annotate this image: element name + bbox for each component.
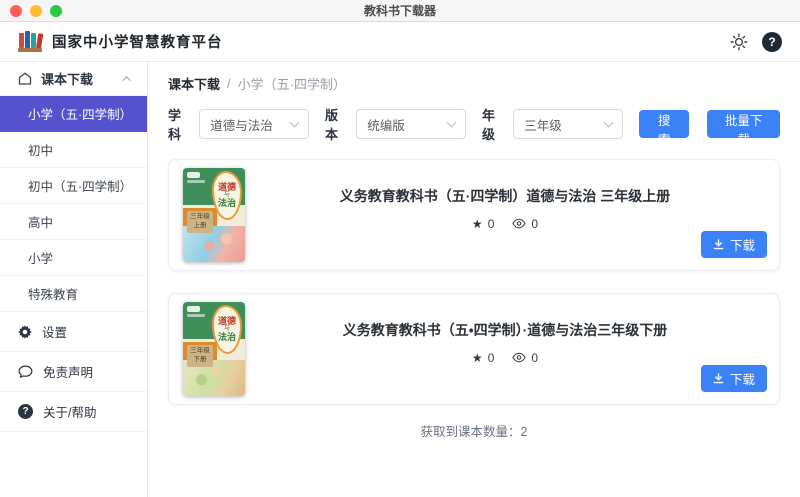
sidebar-item-settings[interactable]: 设置 (0, 312, 147, 352)
star-icon: ★ (471, 216, 483, 231)
filter-bar: 学科 道德与法治 版本 统编版 年级 三年级 搜索 批量下载 (168, 105, 781, 147)
gear-icon (18, 324, 32, 339)
subject-filter-label: 学科 (168, 108, 182, 142)
grade-filter-label: 年级 (481, 108, 495, 142)
sidebar-item-disclaimer[interactable]: 免责声明 (0, 352, 147, 392)
book-stats: ★ 0 0 (472, 217, 538, 231)
eye-icon (512, 352, 527, 363)
sidebar-item-label: 小学 (28, 252, 54, 266)
speech-bubble-icon (18, 365, 33, 379)
book-card: 道德 与 法治 三年级 上册 义务教育教科书（五·四学制）道德与法治 三年级上册 (168, 159, 780, 271)
sidebar-item-label: 初中（五·四学制） (28, 180, 133, 194)
book-list: 道德 与 法治 三年级 上册 义务教育教科书（五·四学制）道德与法治 三年级上册 (168, 159, 780, 405)
book-info: 义务教育教科书（五·四学制）道德与法治 三年级上册 ★ 0 0 (245, 186, 765, 231)
window-title: 教科书下载器 (363, 4, 436, 18)
sidebar-item-junior[interactable]: 初中 (0, 132, 147, 168)
view-count: 0 (512, 217, 538, 231)
batch-download-button[interactable]: 批量下载 (707, 110, 781, 147)
sidebar-item-special-education[interactable]: 特殊教育 (0, 276, 147, 312)
chevron-down-icon (289, 117, 300, 128)
sidebar-item-label: 免责声明 (43, 366, 94, 380)
home-icon (18, 72, 32, 85)
star-count: ★ 0 (472, 351, 494, 365)
search-button[interactable]: 搜索 (638, 110, 690, 147)
close-window-button[interactable] (10, 4, 22, 17)
help-button[interactable]: ? (762, 31, 782, 52)
cover-subject-text: 道德 (217, 315, 236, 326)
zoom-window-button[interactable] (50, 4, 62, 17)
star-count-value: 0 (487, 350, 495, 365)
main-content: 课本下载 / 小学（五·四学制） 学科 道德与法治 版本 统编版 年级 三年级 … (148, 62, 800, 497)
help-circle-icon: ? (18, 404, 33, 419)
sidebar-item-primary-54[interactable]: 小学（五·四学制） (0, 96, 147, 132)
sidebar-group-textbook-download[interactable]: 课本下载 (0, 62, 147, 96)
cover-volume-text: 下册 (193, 355, 207, 363)
traffic-lights (0, 4, 62, 17)
grade-select[interactable]: 三年级 (513, 109, 623, 139)
cover-subject-text: 法治 (217, 331, 236, 342)
sidebar-group-label: 课本下载 (41, 72, 94, 87)
star-icon: ★ (471, 350, 483, 365)
download-button[interactable]: 下载 (700, 231, 767, 258)
eye-icon (512, 218, 527, 229)
download-icon (713, 373, 724, 384)
breadcrumb-current: 小学（五·四学制） (237, 77, 346, 92)
cover-volume-text: 上册 (193, 221, 207, 229)
sidebar-item-label: 初中 (28, 144, 54, 158)
download-button-label: 下载 (729, 373, 755, 387)
download-button-label: 下载 (729, 239, 755, 253)
grade-select-value: 三年级 (524, 118, 562, 133)
breadcrumb: 课本下载 / 小学（五·四学制） (168, 74, 780, 93)
app-title: 国家中小学智慧教育平台 (52, 35, 223, 51)
sidebar-item-label: 高中 (28, 216, 54, 230)
header-actions: ? (730, 31, 782, 52)
cover-subject-text: 道德 (217, 181, 236, 192)
breadcrumb-root[interactable]: 课本下载 (168, 74, 220, 93)
subject-select-value: 道德与法治 (210, 118, 273, 133)
download-icon (713, 239, 724, 250)
download-button[interactable]: 下载 (700, 365, 767, 392)
subject-select[interactable]: 道德与法治 (199, 109, 309, 139)
app-header: 国家中小学智慧教育平台 ? (0, 22, 800, 62)
view-count: 0 (512, 351, 538, 365)
edition-select[interactable]: 统编版 (356, 109, 466, 139)
cover-grade-text: 三年级 (190, 213, 210, 220)
view-count-value: 0 (531, 216, 539, 231)
cover-grade-text: 三年级 (190, 347, 210, 354)
sidebar-item-label: 小学（五·四学制） (28, 108, 133, 122)
sidebar: 课本下载 小学（五·四学制） 初中 初中（五·四学制） 高中 小学 特殊教育 设… (0, 62, 148, 497)
book-stats: ★ 0 0 (472, 351, 538, 365)
book-cover: 道德 与 法治 三年级 下册 (183, 302, 245, 396)
chevron-down-icon (446, 117, 457, 128)
edition-select-value: 统编版 (367, 118, 405, 133)
sidebar-item-junior-54[interactable]: 初中（五·四学制） (0, 168, 147, 204)
cover-subject-text: 法治 (217, 197, 236, 208)
sidebar-item-label: 特殊教育 (28, 288, 79, 302)
chevron-down-icon (603, 117, 614, 128)
sidebar-item-primary[interactable]: 小学 (0, 240, 147, 276)
sun-icon (730, 33, 748, 51)
minimize-window-button[interactable] (30, 4, 42, 17)
sidebar-item-label: 关于/帮助 (43, 406, 97, 420)
window-titlebar: 教科书下载器 (0, 0, 800, 22)
sidebar-item-senior[interactable]: 高中 (0, 204, 147, 240)
sidebar-item-about-help[interactable]: ? 关于/帮助 (0, 392, 147, 432)
result-count-text: 获取到课本数量：2 (420, 425, 528, 439)
edition-filter-label: 版本 (324, 108, 338, 142)
book-title: 义务教育教科书（五•四学制）·道德与法治三年级下册 (342, 321, 668, 338)
books-logo-icon (18, 31, 44, 52)
book-cover: 道德 与 法治 三年级 上册 (183, 168, 245, 262)
star-count: ★ 0 (472, 217, 494, 231)
breadcrumb-separator: / (227, 76, 231, 91)
sidebar-item-label: 设置 (42, 326, 68, 340)
question-mark-icon: ? (762, 31, 782, 52)
book-card: 道德 与 法治 三年级 下册 义务教育教科书（五•四学制）·道德与法治三年级下册 (168, 293, 780, 405)
book-title: 义务教育教科书（五·四学制）道德与法治 三年级上册 (339, 187, 671, 204)
book-info: 义务教育教科书（五•四学制）·道德与法治三年级下册 ★ 0 0 (245, 320, 765, 365)
view-count-value: 0 (531, 350, 539, 365)
theme-toggle-button[interactable] (730, 33, 748, 51)
star-count-value: 0 (487, 216, 495, 231)
